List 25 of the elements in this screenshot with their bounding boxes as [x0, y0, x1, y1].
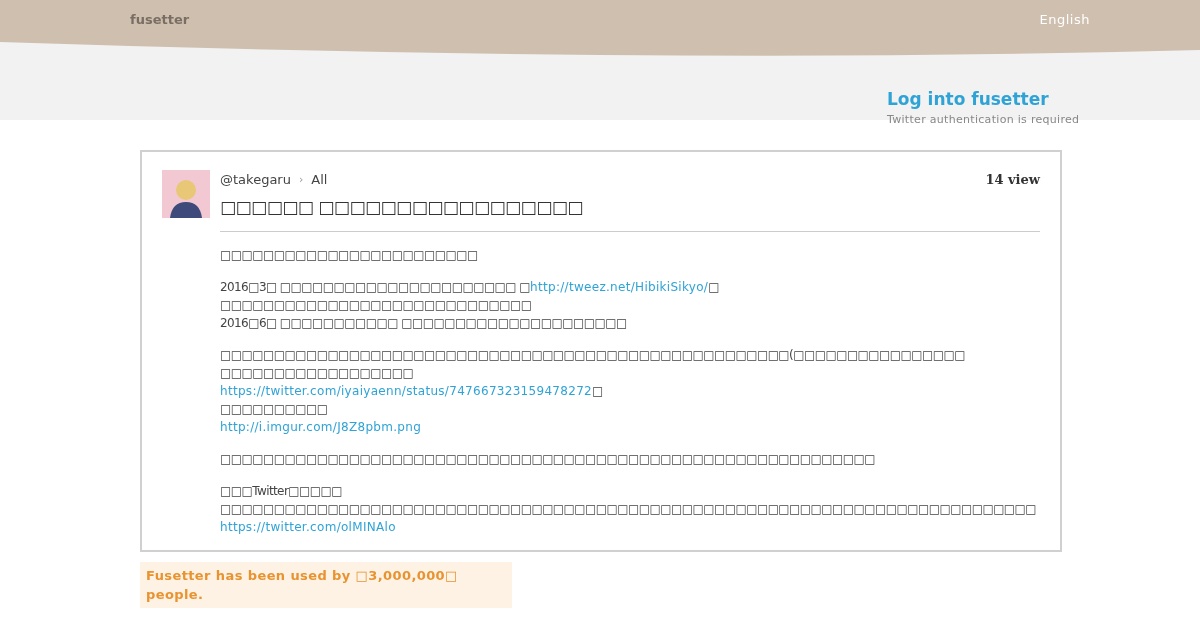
body-text: □□□□□□□□□□□□□□□□□□□□□□□□□□□□□ [220, 298, 532, 312]
link[interactable]: https://twitter.com/olMINAlo [220, 520, 396, 534]
body-text: □□□□□□□□□□ [220, 402, 328, 416]
username[interactable]: @takegaru [220, 172, 291, 187]
usage-note: Fusetter has been used by □3,000,000□ people. [140, 562, 512, 608]
link[interactable]: http://i.imgur.com/J8Z8pbm.png [220, 420, 422, 434]
view-count: 14 view [985, 172, 1040, 187]
language-link[interactable]: English [1039, 12, 1090, 27]
link[interactable]: https://twitter.com/iyaiyaenn/status/747667323159478272 [220, 384, 593, 398]
login-link[interactable]: Log into fusetter [887, 89, 1049, 109]
avatar [162, 170, 210, 218]
body-text: □ [708, 280, 719, 294]
body-text: □ [592, 384, 603, 398]
body-text: □□□□□□□□□□□□□□□□□□□□□□□□ [220, 248, 478, 262]
body-text: □□□□□□□□□□□□□□□□□□□□□□□□□□□□□□□□□□□□□□□□□□□□□□□□□□□□□(□□□□□□□□□□□□□□□□ □□□□□□□□□□□□□□□□□□ [220, 348, 965, 380]
link[interactable]: http://tweez.net/HibikiSikyo/ [530, 280, 709, 294]
category-link[interactable]: All [311, 172, 328, 187]
body-text: □□□□□□□□□□□□□□□□□□□□□□□□□□□□□□□□□□□□□□□□□□□□□□□□□□□□□□□□□□□□□ [220, 452, 875, 466]
breadcrumb-separator: › [298, 173, 304, 186]
login-note: Twitter authentication is required [887, 113, 1081, 126]
site-logo[interactable]: fusetter [130, 12, 190, 27]
post-title: □□□□□□ □□□□□□□□□□□□□□□□□ [220, 197, 1040, 232]
body-text: 2016□6□ □□□□□□□□□□□ □□□□□□□□□□□□□□□□□□□□□ [220, 316, 627, 330]
body-text: 2016□3□ □□□□□□□□□□□□□□□□□□□□□□ □ [220, 280, 531, 294]
body-text: □□□Twitter□□□□□ □□□□□□□□□□□□□□□□□□□□□□□□□□□□□□□□□□□□□□□□□□□□□□□□□□□□□□□□□□□□□□□□□□□□□□□□□□□□ [220, 484, 1037, 516]
